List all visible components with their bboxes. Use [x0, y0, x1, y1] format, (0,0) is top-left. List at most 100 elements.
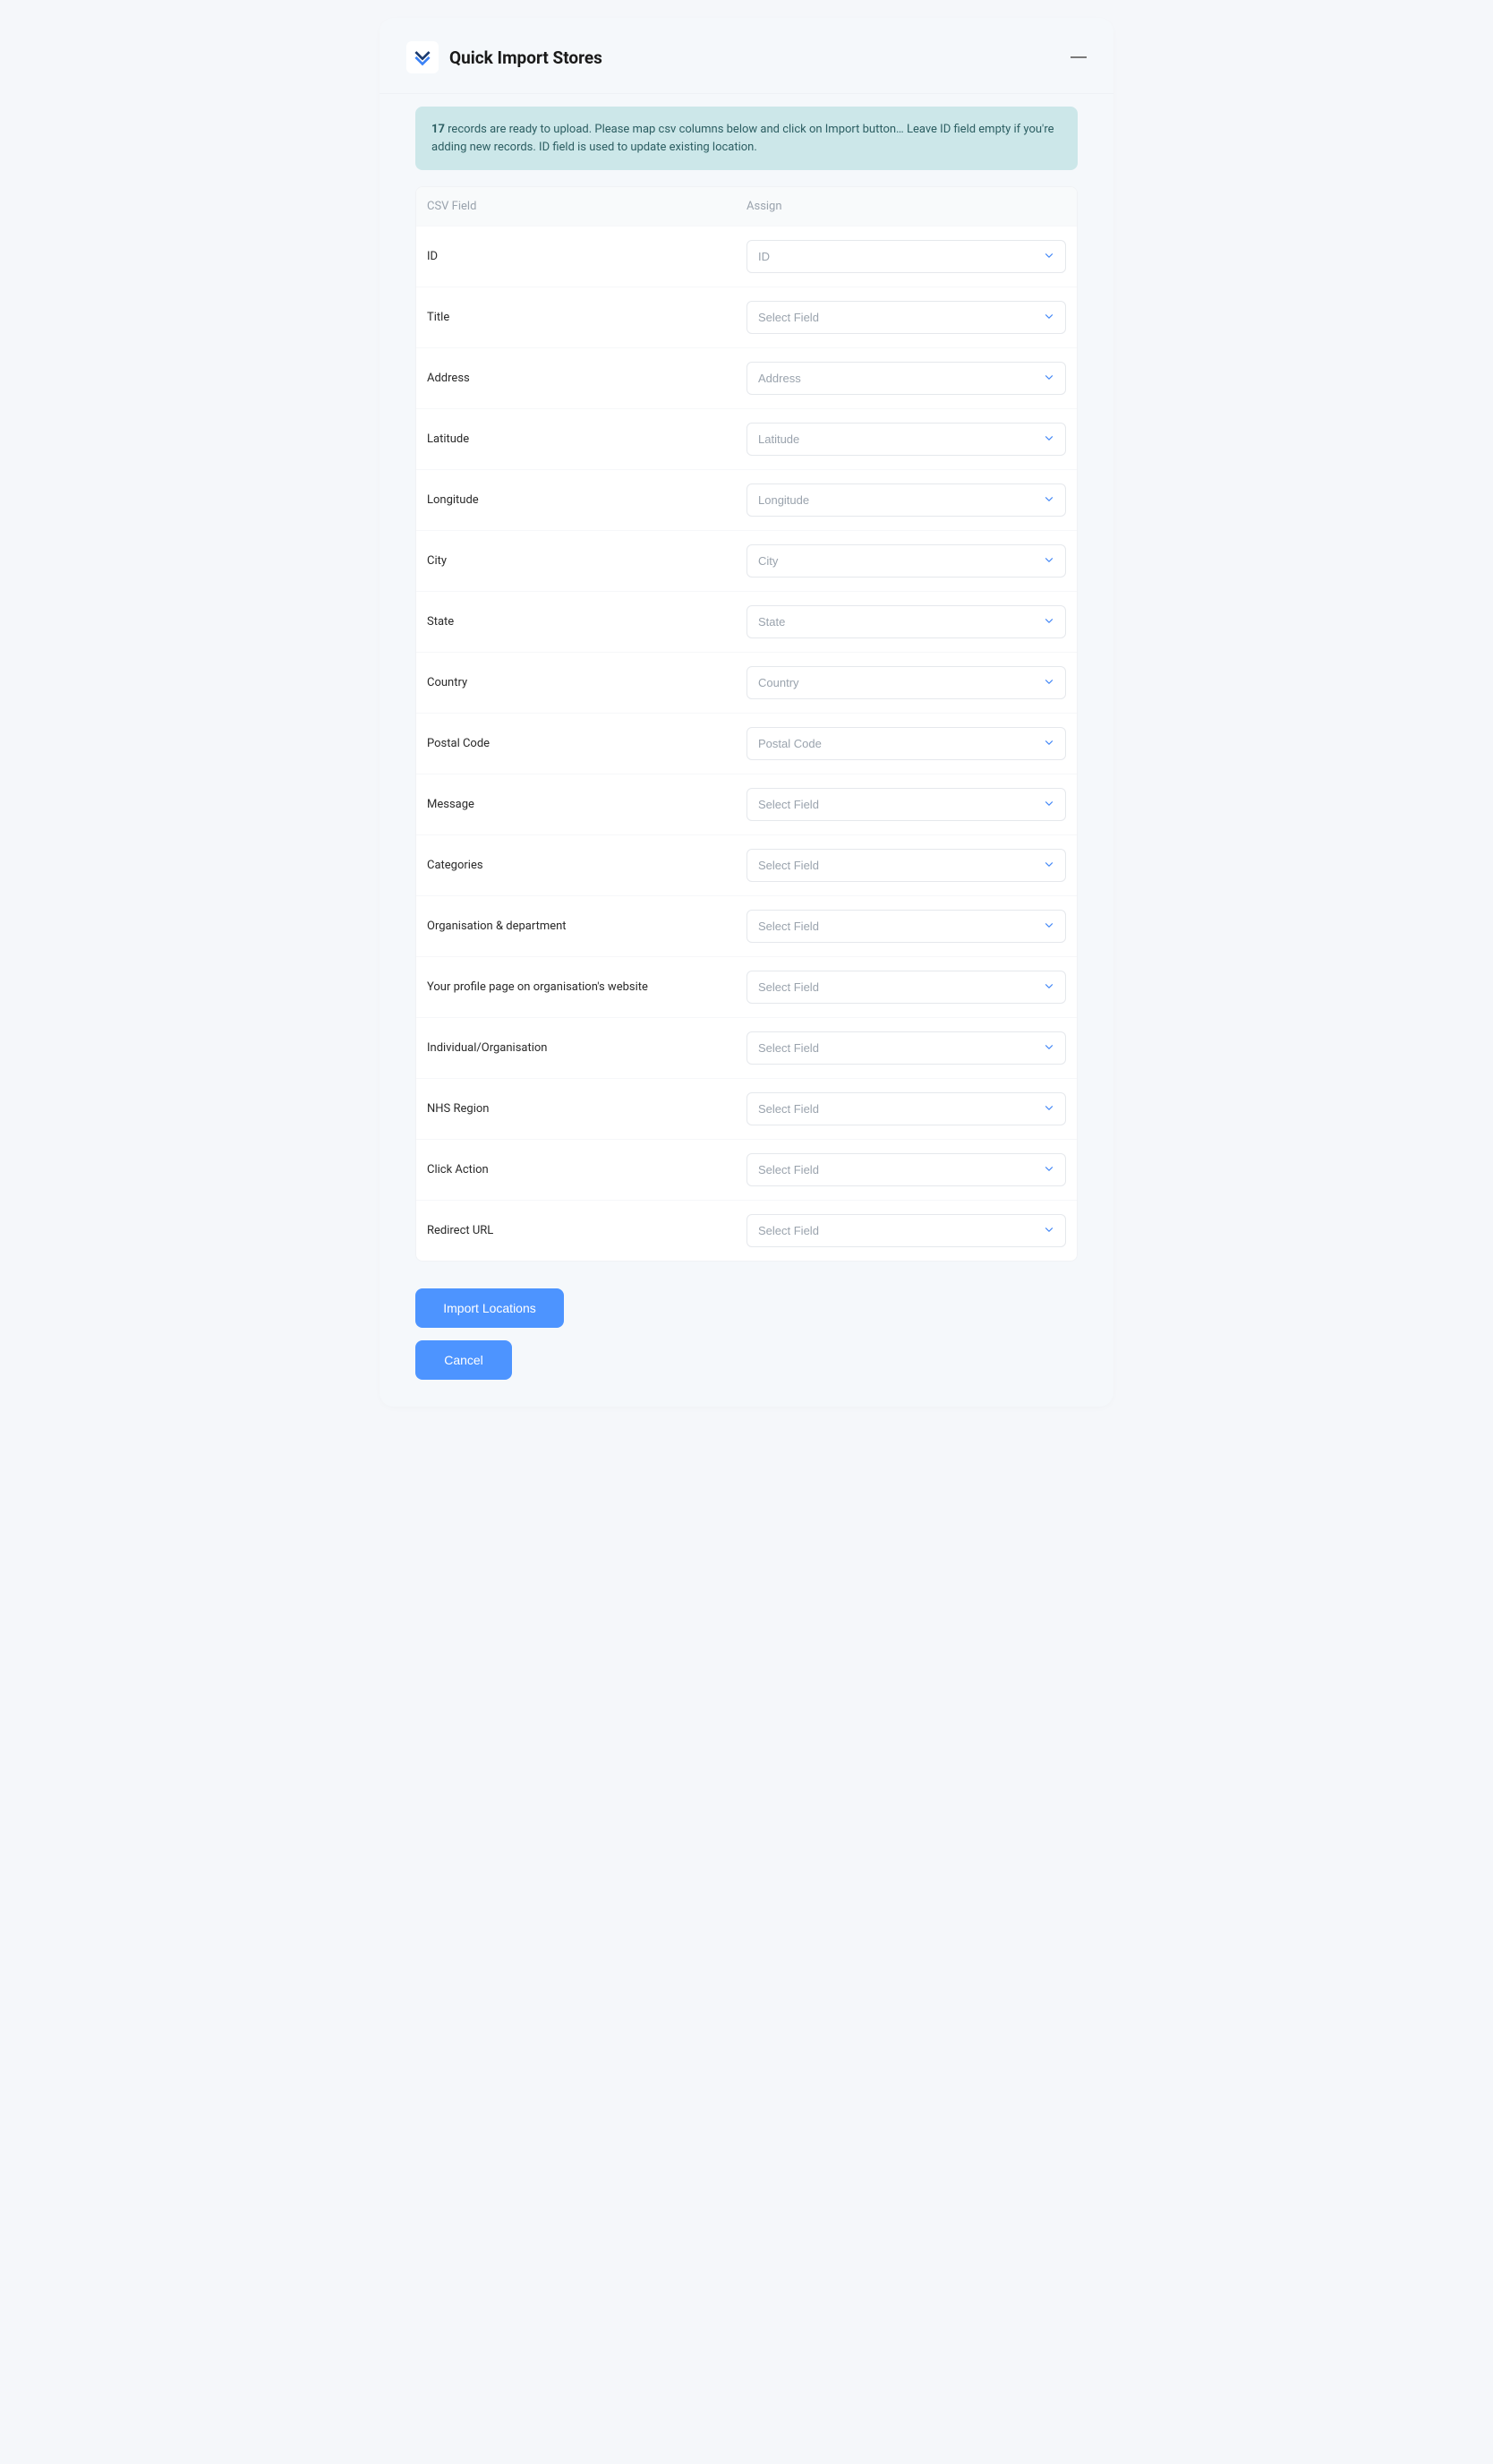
csv-field-label: Redirect URL [427, 1224, 746, 1237]
modal-header: Quick Import Stores [380, 18, 1113, 94]
assign-select[interactable]: Select Field [746, 1092, 1066, 1125]
table-row: Redirect URL Select Field [416, 1200, 1077, 1261]
assign-select-value: Select Field [758, 1102, 819, 1116]
table-row: Country Country [416, 652, 1077, 713]
assign-select-value: Select Field [758, 1224, 819, 1237]
assign-select-wrap: Country [746, 666, 1066, 699]
modal-title: Quick Import Stores [449, 47, 602, 68]
assign-select-wrap: Select Field [746, 1153, 1066, 1186]
assign-select[interactable]: Select Field [746, 301, 1066, 334]
assign-select-value: City [758, 554, 778, 568]
assign-select-wrap: Select Field [746, 1092, 1066, 1125]
table-row: NHS Region Select Field [416, 1078, 1077, 1139]
assign-select[interactable]: Select Field [746, 910, 1066, 943]
assign-select-wrap: Postal Code [746, 727, 1066, 760]
assign-select-wrap: Select Field [746, 1214, 1066, 1247]
mapping-table: CSV Field Assign ID ID Title Select Field Ad… [415, 186, 1078, 1262]
assign-select[interactable]: Select Field [746, 1214, 1066, 1247]
record-count: 17 [431, 123, 445, 136]
header-csv-field: CSV Field [427, 200, 746, 213]
assign-select[interactable]: Select Field [746, 788, 1066, 821]
assign-select-wrap: Address [746, 362, 1066, 395]
assign-select-value: Address [758, 372, 801, 385]
table-row: Longitude Longitude [416, 469, 1077, 530]
table-row: Title Select Field [416, 287, 1077, 347]
table-row: Address Address [416, 347, 1077, 408]
assign-select[interactable]: ID [746, 240, 1066, 273]
csv-field-label: Your profile page on organisation's webs… [427, 980, 746, 994]
table-header: CSV Field Assign [416, 187, 1077, 226]
import-modal: Quick Import Stores 17 records are ready… [380, 18, 1113, 1407]
csv-field-label: City [427, 554, 746, 568]
assign-select-value: Select Field [758, 1163, 819, 1176]
header-left: Quick Import Stores [406, 41, 602, 73]
csv-field-label: Title [427, 311, 746, 324]
table-row: ID ID [416, 226, 1077, 287]
assign-select-wrap: ID [746, 240, 1066, 273]
table-row: Postal Code Postal Code [416, 713, 1077, 774]
csv-field-label: Latitude [427, 432, 746, 446]
assign-select-wrap: Select Field [746, 849, 1066, 882]
assign-select[interactable]: Latitude [746, 423, 1066, 456]
assign-select[interactable]: Longitude [746, 483, 1066, 517]
assign-select-wrap: Select Field [746, 910, 1066, 943]
csv-field-label: State [427, 615, 746, 629]
assign-select[interactable]: Select Field [746, 971, 1066, 1004]
assign-select-value: Select Field [758, 920, 819, 933]
assign-select-value: State [758, 615, 785, 629]
table-row: Individual/Organisation Select Field [416, 1017, 1077, 1078]
csv-field-label: ID [427, 250, 746, 263]
assign-select[interactable]: City [746, 544, 1066, 578]
csv-field-label: NHS Region [427, 1102, 746, 1116]
import-button[interactable]: Import Locations [415, 1288, 564, 1328]
csv-field-label: Postal Code [427, 737, 746, 750]
assign-select-value: Postal Code [758, 737, 822, 750]
assign-select-value: Longitude [758, 493, 809, 507]
info-banner: 17 records are ready to upload. Please m… [415, 107, 1078, 170]
assign-select-value: Latitude [758, 432, 799, 446]
csv-field-label: Longitude [427, 493, 746, 507]
banner-text: records are ready to upload. Please map … [431, 123, 1054, 154]
assign-select[interactable]: Country [746, 666, 1066, 699]
cancel-button[interactable]: Cancel [415, 1340, 512, 1380]
table-row: Organisation & department Select Field [416, 895, 1077, 956]
assign-select-value: Select Field [758, 311, 819, 324]
csv-field-label: Address [427, 372, 746, 385]
header-assign: Assign [746, 200, 1066, 213]
csv-field-label: Click Action [427, 1163, 746, 1176]
assign-select-value: ID [758, 250, 770, 263]
assign-select[interactable]: State [746, 605, 1066, 638]
assign-select-wrap: Select Field [746, 301, 1066, 334]
assign-select[interactable]: Address [746, 362, 1066, 395]
assign-select-wrap: Longitude [746, 483, 1066, 517]
csv-field-label: Country [427, 676, 746, 689]
minimize-button[interactable] [1071, 56, 1087, 58]
assign-select-value: Select Field [758, 798, 819, 811]
csv-field-label: Organisation & department [427, 920, 746, 933]
assign-select-wrap: Latitude [746, 423, 1066, 456]
assign-select[interactable]: Select Field [746, 1031, 1066, 1065]
assign-select-value: Select Field [758, 859, 819, 872]
assign-select-value: Select Field [758, 980, 819, 994]
table-row: Your profile page on organisation's webs… [416, 956, 1077, 1017]
csv-field-label: Individual/Organisation [427, 1041, 746, 1055]
assign-select-value: Select Field [758, 1041, 819, 1055]
table-row: Latitude Latitude [416, 408, 1077, 469]
assign-select[interactable]: Select Field [746, 849, 1066, 882]
assign-select-value: Country [758, 676, 799, 689]
csv-field-label: Message [427, 798, 746, 811]
assign-select[interactable]: Select Field [746, 1153, 1066, 1186]
assign-select-wrap: Select Field [746, 971, 1066, 1004]
modal-body: 17 records are ready to upload. Please m… [380, 94, 1113, 1407]
table-row: City City [416, 530, 1077, 591]
actions-bar: Import Locations Cancel [415, 1288, 1078, 1380]
table-row: Categories Select Field [416, 834, 1077, 895]
assign-select-wrap: City [746, 544, 1066, 578]
logo-icon [406, 41, 439, 73]
table-row: Message Select Field [416, 774, 1077, 834]
assign-select[interactable]: Postal Code [746, 727, 1066, 760]
csv-field-label: Categories [427, 859, 746, 872]
assign-select-wrap: Select Field [746, 788, 1066, 821]
assign-select-wrap: Select Field [746, 1031, 1066, 1065]
assign-select-wrap: State [746, 605, 1066, 638]
